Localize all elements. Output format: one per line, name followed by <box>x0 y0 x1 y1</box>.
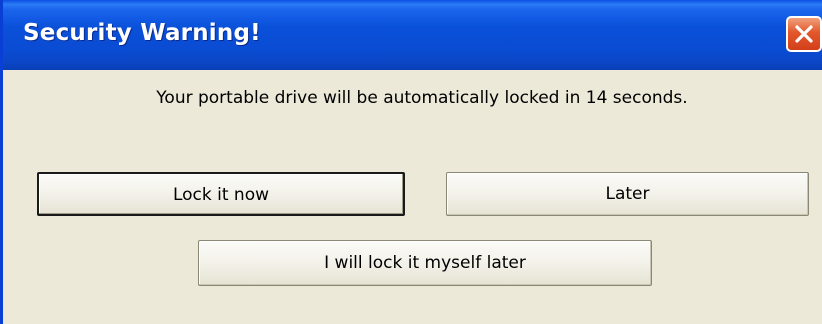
lock-now-button[interactable]: Lock it now <box>37 172 405 216</box>
close-button[interactable] <box>786 16 822 52</box>
later-button[interactable]: Later <box>446 172 809 216</box>
warning-message: Your portable drive will be automaticall… <box>156 88 688 108</box>
later-label: Later <box>605 184 650 204</box>
lock-now-label: Lock it now <box>172 185 270 205</box>
dialog-title: Security Warning! <box>23 20 261 46</box>
close-icon <box>795 25 813 43</box>
lock-myself-later-button[interactable]: I will lock it myself later <box>198 240 652 286</box>
title-bar[interactable]: Security Warning! <box>3 0 822 70</box>
security-warning-dialog: Security Warning! Your portable drive wi… <box>0 0 822 324</box>
lock-myself-later-label: I will lock it myself later <box>324 253 526 273</box>
